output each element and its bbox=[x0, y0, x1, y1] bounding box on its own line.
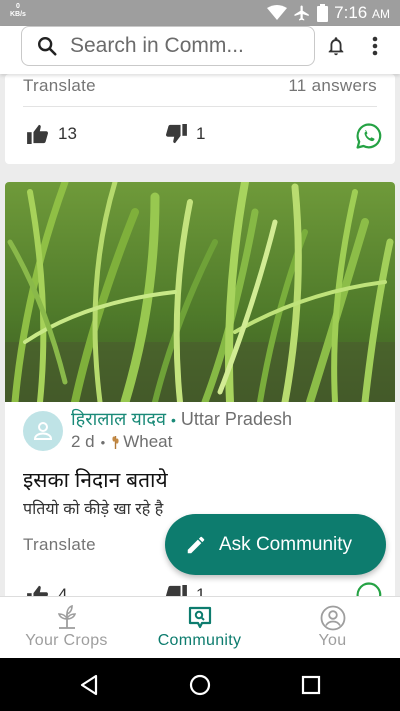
search-icon bbox=[38, 37, 57, 56]
ask-community-button[interactable]: Ask Community bbox=[165, 514, 386, 575]
home-icon bbox=[189, 674, 211, 696]
crop-tag: Wheat bbox=[123, 432, 173, 451]
thumb-up-icon bbox=[27, 124, 48, 144]
separator-dot: • bbox=[171, 412, 176, 428]
post-title: इसका निदान बताये bbox=[23, 469, 168, 492]
more-vert-icon bbox=[372, 36, 378, 56]
whatsapp-icon bbox=[356, 123, 382, 149]
downvote-button[interactable]: 1 bbox=[165, 124, 205, 144]
search-input[interactable] bbox=[70, 34, 285, 58]
post-meta: 2 d • Wheat bbox=[71, 432, 172, 452]
separator-dot: • bbox=[100, 434, 106, 450]
overflow-menu-button[interactable] bbox=[362, 32, 388, 60]
post-age: 2 d bbox=[71, 432, 95, 451]
answers-count[interactable]: 11 answers bbox=[288, 76, 377, 96]
network-speed: 0 KB/s bbox=[10, 3, 26, 18]
battery-icon bbox=[317, 4, 329, 22]
share-whatsapp-button[interactable] bbox=[355, 122, 383, 155]
crop-photo[interactable] bbox=[5, 182, 395, 402]
bottom-navigation: Your Crops Community You bbox=[0, 596, 400, 658]
divider bbox=[23, 106, 377, 107]
author-location: Uttar Pradesh bbox=[180, 409, 292, 429]
thumb-down-icon bbox=[166, 124, 187, 144]
author-name[interactable]: हिरालाल यादव bbox=[71, 409, 166, 429]
ask-community-label: Ask Community bbox=[219, 533, 353, 555]
bell-icon bbox=[328, 37, 344, 56]
home-button[interactable] bbox=[187, 672, 213, 698]
person-icon bbox=[33, 422, 53, 440]
author-line[interactable]: हिरालाल यादव • Uttar Pradesh bbox=[71, 407, 292, 431]
person-icon bbox=[320, 605, 345, 631]
avatar[interactable] bbox=[23, 411, 63, 451]
pencil-icon bbox=[187, 536, 205, 553]
downvote-count: 1 bbox=[196, 124, 206, 143]
clock: 7:16 AM bbox=[334, 3, 390, 22]
wheat-icon bbox=[112, 436, 119, 449]
back-button[interactable] bbox=[76, 672, 102, 698]
nav-you[interactable]: You bbox=[266, 597, 399, 659]
upvote-count: 13 bbox=[58, 124, 77, 143]
community-icon bbox=[188, 606, 211, 629]
translate-link[interactable]: Translate bbox=[23, 76, 96, 96]
top-app-bar bbox=[0, 26, 400, 74]
notifications-button[interactable] bbox=[322, 32, 350, 60]
back-icon bbox=[80, 674, 98, 696]
airplane-icon bbox=[294, 5, 309, 21]
nav-label: Community bbox=[157, 632, 242, 649]
sprout-icon bbox=[57, 605, 76, 629]
recents-icon bbox=[301, 675, 321, 695]
post-body: पतियो को कीड़े खा रहे है bbox=[23, 501, 164, 518]
nav-label: You bbox=[318, 632, 347, 649]
system-navigation-bar bbox=[0, 658, 400, 711]
search-bar[interactable] bbox=[21, 26, 315, 66]
nav-your-crops[interactable]: Your Crops bbox=[0, 597, 133, 659]
previous-post-card: Translate 11 answers 13 1 bbox=[5, 74, 395, 164]
wifi-icon bbox=[267, 5, 288, 20]
translate-link[interactable]: Translate bbox=[23, 535, 96, 555]
upvote-button[interactable]: 13 bbox=[27, 124, 77, 144]
nav-community[interactable]: Community bbox=[133, 597, 266, 659]
recents-button[interactable] bbox=[298, 672, 324, 698]
status-bar: 0 KB/s 7:16 AM bbox=[0, 0, 400, 26]
nav-label: Your Crops bbox=[25, 632, 108, 649]
